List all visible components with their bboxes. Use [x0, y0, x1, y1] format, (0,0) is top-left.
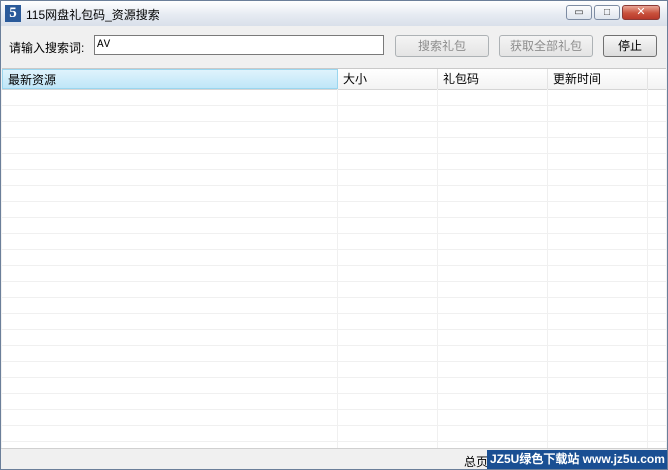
title-bar[interactable]: 5 115网盘礼包码_资源搜索 ▭ □ ✕ — [1, 1, 667, 26]
minimize-icon: ▭ — [574, 7, 584, 18]
table-row — [2, 138, 666, 154]
app-icon: 5 — [5, 5, 21, 22]
maximize-button[interactable]: □ — [594, 5, 620, 20]
table-row — [2, 218, 666, 234]
table-row — [2, 378, 666, 394]
column-header-code[interactable]: 礼包码 — [438, 69, 548, 89]
table-row — [2, 330, 666, 346]
table-row — [2, 266, 666, 282]
column-header-latest[interactable]: 最新资源 — [2, 69, 338, 89]
table-row — [2, 426, 666, 442]
table-row — [2, 282, 666, 298]
table-row — [2, 394, 666, 410]
table-row — [2, 314, 666, 330]
watermark-logo: JZ5U绿色下载站 www.jz5u.com — [487, 450, 667, 469]
column-header-size[interactable]: 大小 — [338, 69, 438, 89]
table-row — [2, 234, 666, 250]
stop-button[interactable]: 停止 — [603, 35, 657, 57]
minimize-button[interactable]: ▭ — [566, 5, 592, 20]
column-header-updated[interactable]: 更新时间 — [548, 69, 648, 89]
table-row — [2, 202, 666, 218]
table-row — [2, 154, 666, 170]
table-row — [2, 250, 666, 266]
close-icon: ✕ — [636, 6, 646, 18]
table-header: 最新资源 大小 礼包码 更新时间 — [2, 69, 666, 90]
table-row — [2, 298, 666, 314]
app-window: 5 115网盘礼包码_资源搜索 ▭ □ ✕ 请输入搜索词: 搜索礼包 获取全部礼… — [0, 0, 668, 470]
table-row — [2, 186, 666, 202]
table-row — [2, 90, 666, 106]
results-table[interactable]: 最新资源 大小 礼包码 更新时间 — [2, 68, 666, 448]
table-row — [2, 410, 666, 426]
table-row — [2, 346, 666, 362]
close-button[interactable]: ✕ — [622, 5, 660, 20]
window-title: 115网盘礼包码_资源搜索 — [26, 8, 160, 22]
search-label: 请输入搜索词: — [9, 41, 85, 55]
search-input[interactable] — [94, 35, 384, 55]
table-row — [2, 106, 666, 122]
table-row — [2, 362, 666, 378]
table-row — [2, 170, 666, 186]
maximize-icon: □ — [603, 7, 611, 18]
table-row — [2, 122, 666, 138]
get-all-button[interactable]: 获取全部礼包 — [499, 35, 593, 57]
search-button[interactable]: 搜索礼包 — [395, 35, 489, 57]
